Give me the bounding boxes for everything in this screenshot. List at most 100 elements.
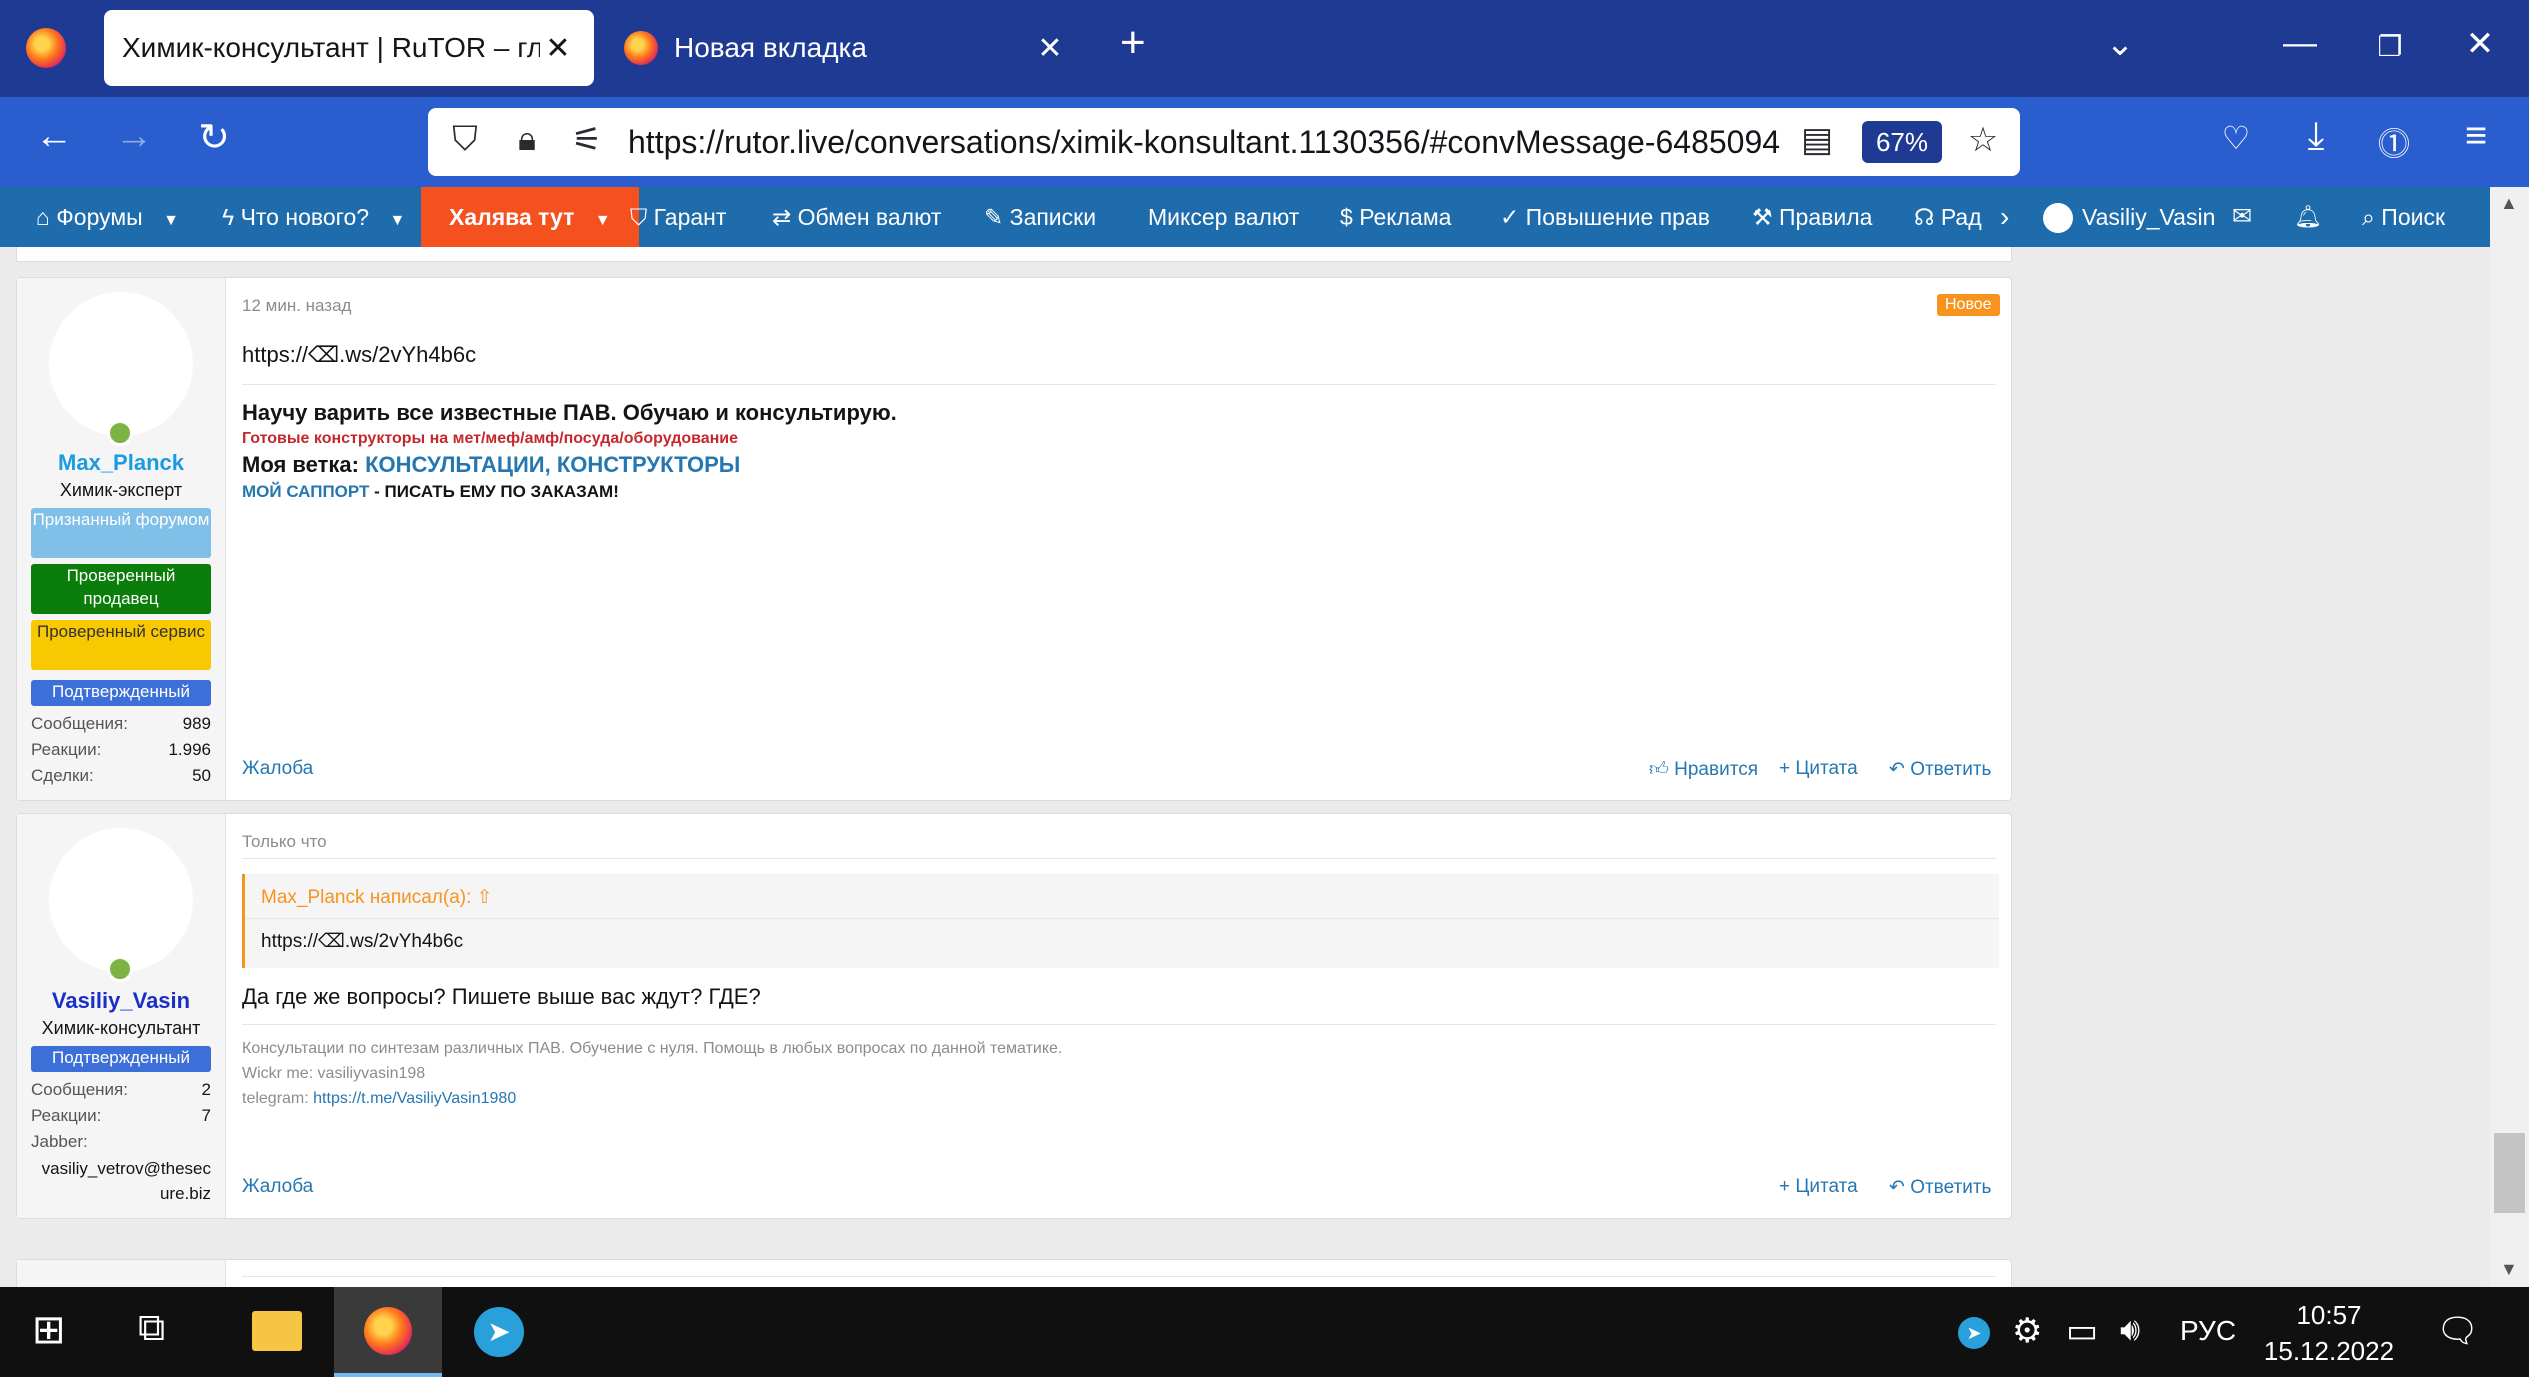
exchange-icon: ⇄ <box>772 204 798 230</box>
display-tray-icon[interactable]: ▭ <box>2066 1311 2098 1351</box>
language-indicator[interactable]: РУС <box>2180 1315 2236 1347</box>
nav-search[interactable]: ⌕ Поиск <box>2362 187 2445 247</box>
telegram-tray-icon[interactable]: ➤ <box>1958 1317 1990 1349</box>
stat-reactions: Реакции: 7 <box>31 1106 211 1126</box>
pocket-icon[interactable]: ♡ <box>2206 119 2266 157</box>
tab-new[interactable]: Новая вкладка ✕ <box>606 10 1086 86</box>
quote-button[interactable]: + Цитата <box>1779 758 1858 780</box>
check-circle-icon: ✓ <box>1500 204 1526 230</box>
clock[interactable]: 10:57 15.12.2022 <box>2262 1297 2396 1369</box>
signature-text: Моя ветка: <box>242 452 359 477</box>
taskbar-firefox[interactable] <box>334 1287 442 1377</box>
signature-line: Готовые конструкторы на мет/меф/амф/посу… <box>242 430 739 447</box>
forward-icon[interactable]: → <box>104 115 164 158</box>
signature-line: Консультации по синтезам различных ПАВ. … <box>242 1040 1063 1057</box>
downloads-icon[interactable]: ⤓ <box>2286 115 2346 158</box>
reply-button[interactable]: ↶ Ответить <box>1889 758 1991 781</box>
nav-scroll-right-icon[interactable]: › <box>2000 187 2009 247</box>
avatar[interactable] <box>49 828 193 972</box>
report-link[interactable]: Жалоба <box>242 1176 313 1198</box>
url-text[interactable]: https://rutor.live/conversations/ximik-k… <box>628 124 1780 161</box>
search-icon: ⌕ <box>2362 204 2382 230</box>
task-view-icon[interactable]: ⧉ <box>138 1307 165 1350</box>
zoom-level[interactable]: 67% <box>1862 121 1942 163</box>
shield-icon[interactable]: ⛉ <box>440 120 490 159</box>
close-tab-icon[interactable]: ✕ <box>1032 31 1068 66</box>
nav-label: Обмен валют <box>797 204 942 230</box>
notifications-icon[interactable]: 🗨︎ <box>2436 1311 2479 1351</box>
page-scrollbar[interactable]: ▲ ▼ <box>2490 187 2529 1287</box>
signature-divider <box>242 384 1996 385</box>
file-explorer-icon[interactable] <box>252 1311 302 1351</box>
avatar[interactable] <box>49 292 193 436</box>
quote-button[interactable]: + Цитата <box>1779 1176 1858 1198</box>
username-link[interactable]: Max_Planck <box>17 450 225 476</box>
signature: Консультации по синтезам различных ПАВ. … <box>242 1036 1062 1111</box>
post-time[interactable]: Только что <box>242 832 327 852</box>
nav-guarantor[interactable]: ⛉ Гарант <box>630 187 726 247</box>
tab-title: Новая вкладка <box>674 32 867 63</box>
stat-value: 7 <box>201 1106 211 1125</box>
action-label: Нравится <box>1674 759 1758 780</box>
lock-icon[interactable]: 🔒︎ <box>502 120 552 159</box>
permissions-icon[interactable]: ⚟ <box>562 120 612 160</box>
stat-value: 2 <box>201 1080 211 1099</box>
tab-active[interactable]: Химик-консультант | RuTOR – главная ✕ <box>104 10 594 86</box>
scroll-thumb[interactable] <box>2494 1133 2525 1213</box>
telegram-icon[interactable]: ➤ <box>474 1307 524 1357</box>
plus-icon: + <box>1779 1176 1796 1197</box>
arrow-up-circle-icon[interactable]: ⇧ <box>477 887 493 908</box>
volume-icon[interactable]: 🔊︎ <box>2120 1311 2140 1349</box>
scroll-up-icon[interactable]: ▲ <box>2500 193 2518 214</box>
signature-link[interactable]: МОЙ САППОРТ <box>242 482 369 501</box>
signature-line: Моя ветка: КОНСУЛЬТАЦИИ, КОНСТРУКТОРЫ <box>242 452 740 478</box>
nav-whats-new[interactable]: ϟ Что нового? ▼ <box>222 187 405 247</box>
nav-label: Правила <box>1779 204 1873 230</box>
thumbs-up-icon: 👍︎ <box>1649 759 1675 780</box>
like-button[interactable]: 👍︎ Нравится <box>1649 758 1758 781</box>
restore-icon[interactable]: ❐ <box>2360 30 2420 63</box>
user-avatar-icon[interactable] <box>2043 203 2073 233</box>
user-title: Химик-консультант <box>41 1018 201 1038</box>
inbox-icon[interactable]: ✉ <box>2232 187 2252 247</box>
nav-username[interactable]: Vasiliy_Vasin <box>2082 187 2215 247</box>
signature-link[interactable]: КОНСУЛЬТАЦИИ, КОНСТРУКТОРЫ <box>365 452 740 477</box>
nav-ads[interactable]: $ Реклама <box>1340 187 1451 247</box>
nav-forums[interactable]: ⌂ Форумы ▼ <box>36 187 179 247</box>
nav-exchange[interactable]: ⇄ Обмен валют <box>772 187 941 247</box>
list-tabs-icon[interactable]: ⌄ <box>2090 24 2150 64</box>
minimize-icon[interactable]: — <box>2270 24 2330 63</box>
username-link[interactable]: Vasiliy_Vasin <box>17 988 225 1014</box>
signature-text: - ПИСАТЬ ЕМУ ПО ЗАКАЗАМ! <box>374 482 619 501</box>
post-time[interactable]: 12 мин. назад <box>242 296 351 316</box>
menu-icon[interactable]: ≡ <box>2446 115 2506 158</box>
firefox-logo-icon[interactable] <box>26 28 66 68</box>
address-bar[interactable]: ⛉ 🔒︎ ⚟ https://rutor.live/conversations/… <box>428 108 2020 176</box>
nav-mixer[interactable]: Миксер валют <box>1148 187 1299 247</box>
nav-freebies[interactable]: Халява тут ▼ <box>421 187 639 247</box>
signature-line: МОЙ САППОРТ - ПИСАТЬ ЕМУ ПО ЗАКАЗАМ! <box>242 482 619 502</box>
reload-icon[interactable]: ↻ <box>184 115 244 160</box>
report-link[interactable]: Жалоба <box>242 758 313 780</box>
close-tab-icon[interactable]: ✕ <box>540 31 576 66</box>
reader-view-icon[interactable]: ▤ <box>1792 120 1842 160</box>
alerts-bell-icon[interactable]: 🔔︎ <box>2294 187 2322 247</box>
close-window-icon[interactable]: ✕ <box>2450 24 2510 64</box>
message-post-partial <box>16 1259 2012 1287</box>
telegram-link[interactable]: https://t.me/VasiliyVasin1980 <box>313 1090 516 1107</box>
nav-upgrade[interactable]: ✓ Повышение прав <box>1500 187 1710 247</box>
nav-radio[interactable]: ☊ Рад <box>1914 187 1986 247</box>
scroll-down-icon[interactable]: ▼ <box>2500 1259 2518 1280</box>
windows-start-icon[interactable]: ⊞ <box>32 1307 66 1353</box>
quote-author[interactable]: Max_Planck написал(а): ⇧ <box>261 886 493 909</box>
nav-notes[interactable]: ✎ Записки <box>984 187 1096 247</box>
network-tray-icon[interactable]: ⚙ <box>2012 1311 2042 1351</box>
bookmark-star-icon[interactable]: ☆ <box>1958 120 2008 160</box>
nav-rules[interactable]: ⚒ Правила <box>1752 187 1872 247</box>
back-icon[interactable]: ← <box>24 115 84 158</box>
windows-taskbar: ⊞ ⧉ ➤ ➤ ⚙ ▭ 🔊︎ РУС 10:57 15.12.2022 🗨︎ <box>0 1287 2529 1377</box>
online-indicator-icon <box>107 420 133 446</box>
new-tab-button[interactable]: + <box>1120 18 1146 68</box>
password-manager-icon[interactable]: ⓵ <box>2364 119 2424 165</box>
reply-button[interactable]: ↶ Ответить <box>1889 1176 1991 1199</box>
